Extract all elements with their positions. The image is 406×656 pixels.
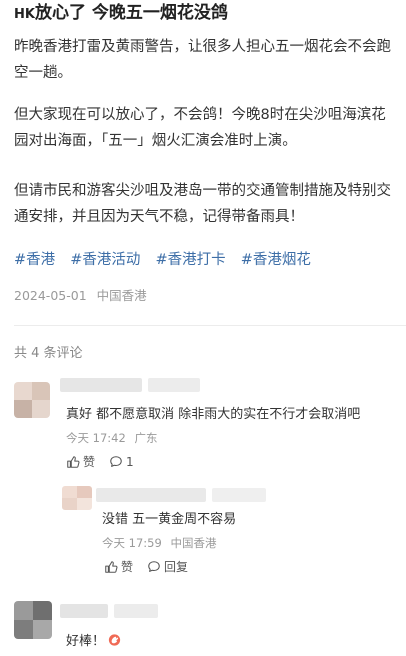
- hashtag-hongkong-fireworks[interactable]: #香港烟花: [241, 252, 311, 268]
- username-blurred-extra: [114, 604, 158, 618]
- reply-button[interactable]: 回复: [147, 558, 188, 575]
- comment-bubble-icon: [148, 560, 160, 572]
- avatar[interactable]: [14, 382, 50, 418]
- post-meta: 2024-05-01 中国香港: [14, 285, 147, 304]
- comment-bubble-icon: [110, 455, 122, 467]
- comment-actions: 赞 回复: [104, 558, 202, 575]
- reply-label: 回复: [164, 560, 189, 574]
- comment-meta: 今天 17:59 中国香港: [102, 535, 216, 551]
- post-paragraph-3: 但请市民和游客尖沙咀及港岛一带的交通管制措施及特别交通安排，并且因为天气不稳，记…: [14, 183, 391, 225]
- hashtag-hongkong[interactable]: #香港: [14, 252, 55, 268]
- comment-location: 广东: [134, 431, 158, 445]
- thumb-up-icon: [67, 455, 80, 468]
- divider: [14, 325, 406, 326]
- comment-actions: 赞 1: [66, 453, 148, 470]
- username-blurred[interactable]: [96, 488, 206, 502]
- post-page: HK放心了 今晚五一烟花没鸽 昨晚香港打雷及黄雨警告，让很多人担心五一烟花会不会…: [0, 0, 406, 656]
- avatar[interactable]: [62, 486, 92, 510]
- comment-text: 好棒！: [66, 630, 122, 649]
- post-date: 2024-05-01: [14, 288, 87, 303]
- reply-button[interactable]: 1: [109, 455, 134, 469]
- comment-text: 真好 都不愿意取消 除非雨大的实在不行才会取消吧: [66, 407, 361, 422]
- reply-count: 1: [126, 454, 134, 469]
- post-location: 中国香港: [96, 288, 147, 303]
- username-blurred[interactable]: [60, 604, 108, 618]
- avatar[interactable]: [14, 601, 52, 639]
- clap-emoji-icon: [108, 634, 121, 646]
- hashtag-hongkong-checkin[interactable]: #香港打卡: [156, 252, 226, 268]
- comment-time: 今天 17:42: [66, 431, 126, 445]
- comment-time: 今天 17:59: [102, 536, 162, 550]
- hashtag-hongkong-activities[interactable]: #香港活动: [70, 252, 140, 268]
- comment-text: 没错 五一黄金周不容易: [102, 512, 237, 527]
- thumb-up-icon: [105, 560, 118, 573]
- hashtag-list: #香港 #香港活动 #香港打卡 #香港烟花: [14, 248, 399, 269]
- like-button[interactable]: 赞: [66, 453, 95, 470]
- like-label: 赞: [121, 560, 134, 574]
- username-blurred-extra: [148, 378, 200, 392]
- comment-location: 中国香港: [170, 536, 217, 550]
- post-paragraph-2: 但大家现在可以放心了，不会鸽！今晚8时在尖沙咀海滨花园对出海面，「五一」烟火汇演…: [14, 107, 386, 149]
- username-blurred[interactable]: [60, 378, 142, 392]
- like-label: 赞: [83, 455, 96, 469]
- post-paragraph-1: 昨晚香港打雷及黄雨警告，让很多人担心五一烟花会不会跑空一趟。: [14, 39, 391, 81]
- post-title-main: 放心了 今晚五一烟花没鸽: [34, 3, 228, 23]
- comment-text-content: 好棒！: [66, 634, 106, 649]
- post-title: HK放心了 今晚五一烟花没鸽: [14, 2, 399, 26]
- username-blurred-extra: [212, 488, 266, 502]
- comment-meta: 今天 17:42 广东: [66, 430, 157, 446]
- like-button[interactable]: 赞: [104, 558, 133, 575]
- comment-count: 共 4 条评论: [14, 346, 83, 361]
- post-title-prefix: HK: [14, 7, 35, 22]
